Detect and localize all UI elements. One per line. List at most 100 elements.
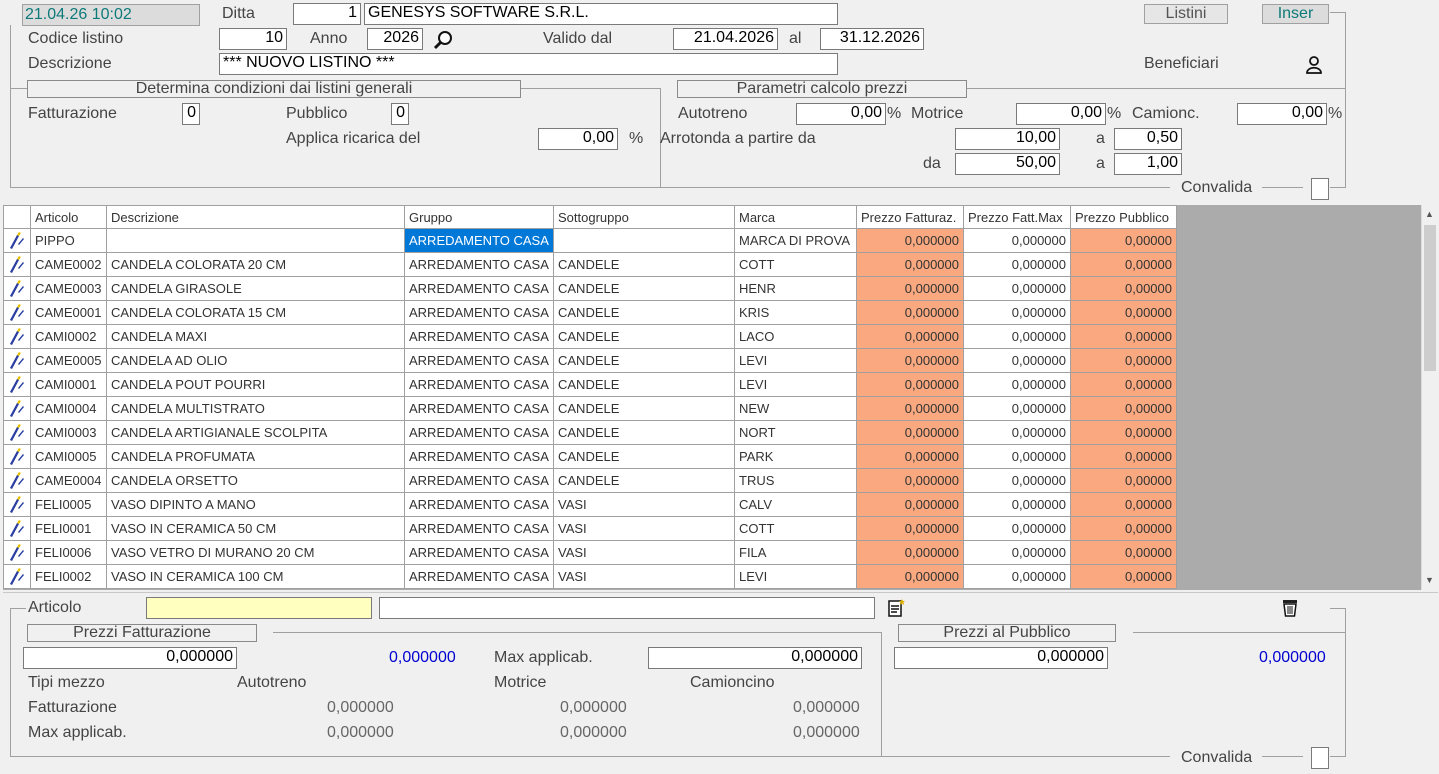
cell-prezzo-pubblico[interactable]: 0,00000	[1070, 540, 1177, 565]
cell-gruppo[interactable]: ARREDAMENTO CASA	[404, 396, 554, 421]
row-edit-cell[interactable]	[3, 516, 31, 541]
arrotonda-to-1-input[interactable]: 0,50	[1114, 128, 1182, 150]
cell-prezzo-fatturaz[interactable]: 0,000000	[856, 468, 964, 493]
row-edit-cell[interactable]	[3, 228, 31, 253]
cell-sottogruppo[interactable]: CANDELE	[553, 348, 735, 373]
cell-descrizione[interactable]	[106, 228, 405, 253]
cell-descrizione[interactable]: CANDELA AD OLIO	[106, 348, 405, 373]
cell-prezzo-fatturaz[interactable]: 0,000000	[856, 564, 964, 589]
edit-pen-icon[interactable]	[8, 231, 26, 250]
cell-marca[interactable]: NEW	[734, 396, 857, 421]
cell-prezzo-pubblico[interactable]: 0,00000	[1070, 348, 1177, 373]
cell-prezzo-fatt-max[interactable]: 0,000000	[963, 300, 1071, 325]
cell-sottogruppo[interactable]: CANDELE	[553, 252, 735, 277]
ricarica-input[interactable]: 0,00	[538, 128, 618, 150]
arrotonda-from-1-input[interactable]: 10,00	[955, 128, 1060, 150]
motrice-input[interactable]: 0,00	[1016, 103, 1106, 125]
cell-prezzo-pubblico[interactable]: 0,00000	[1070, 252, 1177, 277]
edit-pen-icon[interactable]	[8, 543, 26, 562]
scroll-down-arrow-icon[interactable]: ▼	[1425, 575, 1434, 585]
detail-articolo-desc-input[interactable]	[379, 597, 875, 619]
cell-prezzo-fatt-max[interactable]: 0,000000	[963, 276, 1071, 301]
col-header-prezzo-fatturaz[interactable]: Prezzo Fatturaz.	[856, 205, 964, 229]
cell-prezzo-fatt-max[interactable]: 0,000000	[963, 516, 1071, 541]
cell-prezzo-pubblico[interactable]: 0,00000	[1070, 372, 1177, 397]
cell-prezzo-fatt-max[interactable]: 0,000000	[963, 348, 1071, 373]
col-header-prezzo-fatt-max[interactable]: Prezzo Fatt.Max	[963, 205, 1071, 229]
fatturazione-input[interactable]: 0	[182, 103, 200, 125]
cell-descrizione[interactable]: CANDELA POUT POURRI	[106, 372, 405, 397]
cell-prezzo-pubblico[interactable]: 0,00000	[1070, 276, 1177, 301]
cell-prezzo-fatt-max[interactable]: 0,000000	[963, 564, 1071, 589]
cell-prezzo-fatt-max[interactable]: 0,000000	[963, 372, 1071, 397]
edit-pen-icon[interactable]	[8, 279, 26, 298]
new-note-icon[interactable]	[887, 598, 907, 618]
cell-prezzo-fatt-max[interactable]: 0,000000	[963, 324, 1071, 349]
cell-prezzo-pubblico[interactable]: 0,00000	[1070, 228, 1177, 253]
cell-marca[interactable]: FILA	[734, 540, 857, 565]
cell-prezzo-pubblico[interactable]: 0,00000	[1070, 444, 1177, 469]
prezzo-pubblico-input[interactable]: 0,000000	[894, 647, 1108, 669]
edit-pen-icon[interactable]	[8, 495, 26, 514]
cell-articolo[interactable]: CAME0002	[30, 252, 107, 277]
convalida-checkbox-bottom[interactable]	[1311, 747, 1329, 769]
cell-prezzo-fatturaz[interactable]: 0,000000	[856, 396, 964, 421]
cell-prezzo-fatturaz[interactable]: 0,000000	[856, 348, 964, 373]
cell-prezzo-fatturaz[interactable]: 0,000000	[856, 540, 964, 565]
cell-prezzo-pubblico[interactable]: 0,00000	[1070, 492, 1177, 517]
row-edit-cell[interactable]	[3, 300, 31, 325]
col-header-gruppo[interactable]: Gruppo	[404, 205, 554, 229]
cell-marca[interactable]: CALV	[734, 492, 857, 517]
cell-sottogruppo[interactable]: CANDELE	[553, 396, 735, 421]
grid-vertical-scrollbar[interactable]: ▲ ▼	[1421, 205, 1438, 590]
pubblico-input[interactable]: 0	[391, 103, 409, 125]
table-row[interactable]: CAME0003 CANDELA GIRASOLE ARREDAMENTO CASA…	[3, 276, 1177, 301]
cell-gruppo[interactable]: ARREDAMENTO CASA	[404, 444, 554, 469]
cell-prezzo-fatturaz[interactable]: 0,000000	[856, 516, 964, 541]
row-edit-cell[interactable]	[3, 540, 31, 565]
cell-prezzo-fatt-max[interactable]: 0,000000	[963, 492, 1071, 517]
descrizione-input[interactable]: *** NUOVO LISTINO ***	[219, 53, 838, 75]
cell-prezzo-pubblico[interactable]: 0,00000	[1070, 300, 1177, 325]
cell-gruppo[interactable]: ARREDAMENTO CASA	[404, 372, 554, 397]
cell-descrizione[interactable]: CANDELA COLORATA 15 CM	[106, 300, 405, 325]
col-header-articolo[interactable]: Articolo	[30, 205, 107, 229]
cell-gruppo[interactable]: ARREDAMENTO CASA	[404, 468, 554, 493]
cell-articolo[interactable]: CAMI0003	[30, 420, 107, 445]
table-row[interactable]: FELI0006 VASO VETRO DI MURANO 20 CM ARREDA…	[3, 540, 1177, 565]
cell-articolo[interactable]: CAMI0001	[30, 372, 107, 397]
table-row[interactable]: FELI0002 VASO IN CERAMICA 100 CM ARREDAMEN…	[3, 564, 1177, 589]
row-edit-cell[interactable]	[3, 252, 31, 277]
scroll-up-arrow-icon[interactable]: ▲	[1425, 209, 1434, 219]
cell-prezzo-fatturaz[interactable]: 0,000000	[856, 228, 964, 253]
cell-articolo[interactable]: CAME0004	[30, 468, 107, 493]
arrotonda-to-2-input[interactable]: 1,00	[1114, 153, 1182, 175]
cell-marca[interactable]: PARK	[734, 444, 857, 469]
col-header-sottogruppo[interactable]: Sottogruppo	[553, 205, 735, 229]
cell-articolo[interactable]: CAMI0002	[30, 324, 107, 349]
detail-articolo-code-input[interactable]	[146, 597, 372, 619]
row-edit-cell[interactable]	[3, 420, 31, 445]
prezzo-fatturazione-input[interactable]: 0,000000	[23, 647, 237, 669]
cell-marca[interactable]: NORT	[734, 420, 857, 445]
cell-prezzo-pubblico[interactable]: 0,00000	[1070, 324, 1177, 349]
cell-prezzo-fatt-max[interactable]: 0,000000	[963, 420, 1071, 445]
cell-sottogruppo[interactable]: CANDELE	[553, 276, 735, 301]
table-row[interactable]: FELI0001 VASO IN CERAMICA 50 CM ARREDAMENT…	[3, 516, 1177, 541]
table-row[interactable]: CAME0004 CANDELA ORSETTO ARREDAMENTO CASA C…	[3, 468, 1177, 493]
edit-pen-icon[interactable]	[8, 519, 26, 538]
cell-gruppo[interactable]: ARREDAMENTO CASA	[404, 516, 554, 541]
cell-sottogruppo[interactable]: CANDELE	[553, 300, 735, 325]
row-edit-cell[interactable]	[3, 492, 31, 517]
cell-prezzo-fatturaz[interactable]: 0,000000	[856, 372, 964, 397]
cell-sottogruppo[interactable]: VASI	[553, 492, 735, 517]
cell-prezzo-fatt-max[interactable]: 0,000000	[963, 228, 1071, 253]
codice-listino-input[interactable]: 10	[219, 28, 287, 50]
max-applicab-input[interactable]: 0,000000	[648, 647, 862, 669]
cell-marca[interactable]: COTT	[734, 252, 857, 277]
table-row[interactable]: CAMI0004 CANDELA MULTISTRATO ARREDAMENTO C…	[3, 396, 1177, 421]
edit-pen-icon[interactable]	[8, 447, 26, 466]
cell-marca[interactable]: LEVI	[734, 372, 857, 397]
cell-prezzo-fatt-max[interactable]: 0,000000	[963, 540, 1071, 565]
cell-prezzo-pubblico[interactable]: 0,00000	[1070, 396, 1177, 421]
